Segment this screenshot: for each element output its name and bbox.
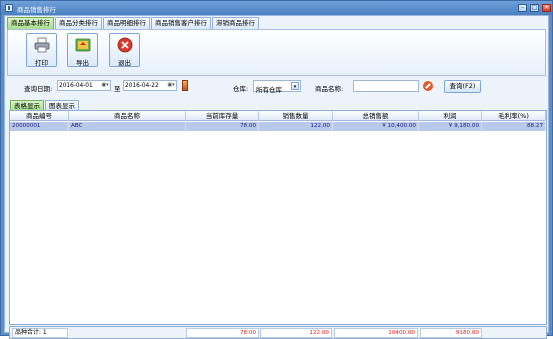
date-options-button[interactable] — [182, 80, 188, 91]
window-title: 商品销售排行 — [17, 6, 56, 14]
column-header[interactable]: 当前库存量 — [186, 111, 259, 121]
totals-bar: 品种合计: 1 78.00 122.00 10400.00 9180.00 — [9, 326, 547, 339]
exit-icon — [117, 37, 133, 53]
calendar-icon[interactable]: ▣▾ — [167, 82, 175, 89]
table-cell: 88.27 — [482, 122, 546, 131]
toolbar: 打印 导出 退出 — [7, 29, 546, 76]
title-bar[interactable]: 商品销售排行 – □ ✕ — [1, 1, 552, 15]
window-client: 商品基本排行 商品分类排行 商品明细排行 商品销售客户排行 滞销商品排行 打印 — [4, 15, 549, 339]
column-header[interactable]: 销售数量 — [259, 111, 333, 121]
date-label: 查询日期: — [24, 85, 53, 93]
table-cell: ¥ 9,180.00 — [419, 122, 482, 131]
date-from-picker[interactable]: 2016-04-01 ▣▾ — [57, 80, 111, 91]
filter-bar: 查询日期: 2016-04-01 ▣▾ 至 2016-04-22 ▣▾ 仓库: … — [7, 79, 546, 96]
exit-button[interactable]: 退出 — [109, 33, 140, 67]
tab-detail-ranking[interactable]: 商品明细排行 — [103, 17, 150, 29]
chevron-down-icon[interactable]: ▾ — [291, 82, 299, 90]
table-header: 商品编号 商品名称 当前库存量 销售数量 总销售额 利润 毛利率(%) — [10, 111, 546, 121]
item-count: 品种合计: 1 — [12, 328, 68, 338]
product-name-label: 商品名称: — [315, 85, 344, 93]
table-row[interactable]: 20000001 ABC 78.00 122.00 ¥ 10,400.00 ¥ … — [10, 122, 546, 131]
app-icon — [5, 4, 13, 12]
warehouse-label: 仓库: — [233, 85, 249, 93]
minimize-button[interactable]: – — [518, 4, 527, 12]
tab-basic-ranking[interactable]: 商品基本排行 — [7, 17, 54, 29]
export-button[interactable]: 导出 — [67, 33, 98, 67]
stock-total: 78.00 — [186, 328, 259, 338]
warehouse-select[interactable]: 所有仓库 ▾ — [253, 80, 301, 94]
column-header[interactable]: 利润 — [419, 111, 482, 121]
table-cell: 20000001 — [10, 122, 69, 131]
profit-total: 9180.00 — [420, 328, 482, 338]
wrench-icon[interactable] — [423, 81, 433, 91]
exit-label: 退出 — [118, 59, 131, 67]
quantity-total: 122.00 — [260, 328, 332, 338]
report-tabs: 商品基本排行 商品分类排行 商品明细排行 商品销售客户排行 滞销商品排行 — [7, 17, 259, 29]
print-button[interactable]: 打印 — [26, 33, 57, 67]
to-label: 至 — [114, 85, 121, 93]
close-button[interactable]: ✕ — [542, 4, 551, 12]
table-cell: 122.00 — [259, 122, 333, 131]
warehouse-value: 所有仓库 — [256, 86, 282, 94]
printer-icon — [34, 37, 50, 53]
column-header[interactable]: 毛利率(%) — [482, 111, 546, 121]
column-header[interactable]: 总销售额 — [333, 111, 419, 121]
app-window: 商品销售排行 – □ ✕ 商品基本排行 商品分类排行 商品明细排行 商品销售客户… — [0, 0, 553, 339]
export-label: 导出 — [76, 59, 89, 67]
maximize-button[interactable]: □ — [530, 4, 539, 12]
tab-customer-ranking[interactable]: 商品销售客户排行 — [151, 17, 211, 29]
print-label: 打印 — [35, 59, 48, 67]
sales-ranking-table: 商品编号 商品名称 当前库存量 销售数量 总销售额 利润 毛利率(%) 2000… — [9, 110, 547, 325]
product-name-input[interactable] — [353, 80, 419, 92]
tab-category-ranking[interactable]: 商品分类排行 — [55, 17, 102, 29]
table-cell: ¥ 10,400.00 — [333, 122, 419, 131]
calendar-icon[interactable]: ▣▾ — [101, 82, 109, 89]
sales-total: 10400.00 — [334, 328, 418, 338]
column-header[interactable]: 商品编号 — [10, 111, 69, 121]
tab-slow-moving-ranking[interactable]: 滞销商品排行 — [212, 17, 259, 29]
column-header[interactable]: 商品名称 — [69, 111, 186, 121]
query-button[interactable]: 查询(F2) — [444, 80, 481, 93]
date-from-value: 2016-04-01 — [59, 83, 93, 89]
export-icon — [75, 38, 91, 52]
table-cell: ABC — [69, 122, 186, 131]
date-to-value: 2016-04-22 — [125, 83, 159, 89]
date-to-picker[interactable]: 2016-04-22 ▣▾ — [123, 80, 177, 91]
table-cell: 78.00 — [186, 122, 259, 131]
